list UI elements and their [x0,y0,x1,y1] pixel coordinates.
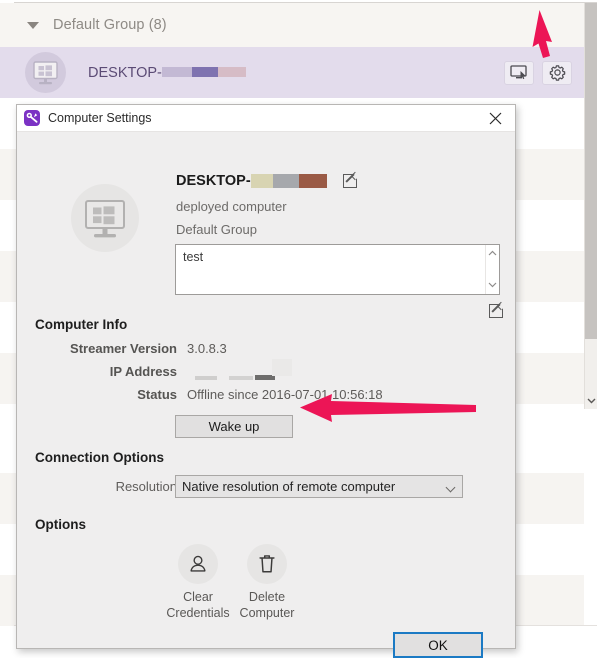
list-scrollbar[interactable] [584,3,597,409]
pencil-edit-icon[interactable] [342,174,357,188]
status-value: Offline since 2016-07-01 10:56:18 [187,387,383,402]
streamer-version-value: 3.0.8.3 [187,341,227,356]
gear-icon[interactable] [542,60,572,85]
group-title: Default Group (8) [53,17,167,33]
option-label-line2: Computer [239,605,295,620]
notes-textarea[interactable]: test [175,244,500,295]
computer-name-text: DESKTOP- [176,173,251,189]
windows-monitor-icon [25,52,66,93]
notes-value[interactable]: test [176,245,485,294]
resolution-select[interactable]: Native resolution of remote computer [175,475,463,498]
redaction-block [229,376,253,380]
delete-computer-label: Delete Computer [219,590,315,621]
row-action-buttons [504,60,572,85]
redaction-block [191,66,218,77]
computer-row-name: DESKTOP- [88,65,246,81]
wake-up-button[interactable]: Wake up [175,415,293,438]
pencil-edit-icon[interactable] [489,304,503,318]
monitor-cursor-icon[interactable] [504,60,534,85]
close-icon[interactable] [475,105,515,131]
scrollbar-thumb[interactable] [585,3,597,339]
redaction-block [217,66,246,77]
trash-icon[interactable] [247,544,287,584]
delete-computer-option[interactable]: Delete Computer [219,544,315,621]
option-label-line1: Delete [248,590,286,604]
ok-button[interactable]: OK [393,632,483,658]
computer-name-text: DESKTOP- [88,64,162,81]
dialog-title: Computer Settings [48,111,152,125]
dialog-body: DESKTOP- deployed computer Default Group… [17,132,515,658]
person-icon[interactable] [178,544,218,584]
resolution-value: Native resolution of remote computer [182,479,396,494]
group-header[interactable]: Default Group (8) [0,3,584,47]
splashtop-wrench-icon [24,110,40,126]
computer-list-row[interactable]: DESKTOP- [0,47,584,98]
redaction-block [298,174,327,188]
windows-monitor-icon [71,184,139,252]
chevron-up-icon[interactable] [488,248,497,259]
section-connection-options-heading: Connection Options [35,450,164,465]
notes-scrollbar[interactable] [485,245,499,294]
ip-address-label: IP Address [109,364,177,379]
section-options-heading: Options [35,517,86,532]
status-label: Status [137,387,177,402]
triangle-down-icon[interactable] [27,21,39,29]
redaction-block [161,66,192,77]
redaction-block [195,376,217,380]
redaction-block [250,174,273,188]
section-computer-info-heading: Computer Info [35,317,128,332]
redaction-block [272,174,299,188]
chevron-down-icon[interactable] [585,393,597,409]
chevron-down-icon[interactable] [445,482,456,493]
computer-settings-dialog: Computer Settings DESKTOP- deployed comp… [16,104,516,658]
computer-group: Default Group [176,222,257,237]
dialog-computer-name: DESKTOP- [176,173,357,189]
chevron-down-icon[interactable] [488,280,497,291]
redaction-block [272,359,292,376]
dialog-titlebar[interactable]: Computer Settings [17,105,515,132]
resolution-label: Resolution [115,479,177,494]
computer-description: deployed computer [176,199,287,214]
streamer-version-label: Streamer Version [70,341,177,356]
